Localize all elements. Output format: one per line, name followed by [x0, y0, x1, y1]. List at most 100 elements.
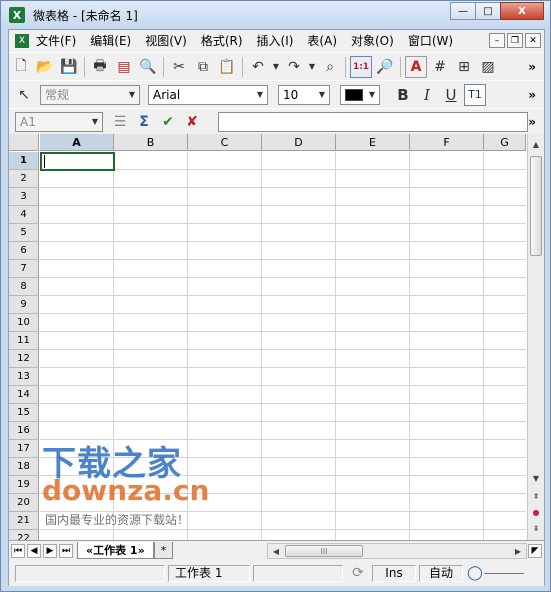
grid-lines-icon[interactable]: # — [429, 56, 451, 78]
maximize-button[interactable]: □ — [475, 2, 501, 20]
row-header[interactable]: 21 — [9, 512, 39, 530]
vertical-scroll-thumb[interactable] — [530, 156, 542, 256]
scroll-right-icon[interactable]: ▶ — [511, 543, 525, 559]
column-header[interactable]: E — [336, 134, 410, 151]
row-header[interactable]: 19 — [9, 476, 39, 494]
pattern-fill-icon[interactable]: ▨ — [477, 56, 499, 78]
next-sheet-icon[interactable]: ▶ — [43, 543, 57, 558]
row-header[interactable]: 15 — [9, 404, 39, 422]
zoom-slider-track[interactable] — [484, 572, 524, 574]
row-header[interactable]: 22 — [9, 530, 39, 540]
status-insert-mode[interactable]: Ins — [372, 564, 416, 582]
row-header[interactable]: 5 — [9, 224, 39, 242]
menu-edit[interactable]: 编辑(E) — [83, 30, 138, 52]
sum-icon[interactable]: Σ — [133, 111, 155, 133]
row-header[interactable]: 6 — [9, 242, 39, 260]
cut-icon[interactable]: ✂ — [168, 56, 190, 78]
scroll-marker-icon[interactable]: ● — [529, 504, 543, 520]
last-sheet-icon[interactable]: ⏭ — [59, 543, 73, 558]
cell-reference-box[interactable]: A1 ▼ — [15, 111, 103, 132]
column-header[interactable]: F — [410, 134, 484, 151]
accept-formula-icon[interactable]: ✔ — [157, 111, 179, 133]
save-icon[interactable]: 💾 — [58, 56, 80, 78]
scroll-down-icon[interactable]: ▼ — [529, 470, 543, 486]
row-header[interactable]: 9 — [9, 296, 39, 314]
underline-button[interactable]: U — [440, 84, 462, 106]
menu-format[interactable]: 格式(R) — [194, 30, 250, 52]
cancel-formula-icon[interactable]: ✘ — [181, 111, 203, 133]
prev-sheet-icon[interactable]: ◀ — [27, 543, 41, 558]
title-bar[interactable]: X 微表格 - [未命名 1] — □ X — [1, 1, 550, 29]
borders-icon[interactable]: ⊞ — [453, 56, 475, 78]
scroll-left-icon[interactable]: ◀ — [269, 543, 283, 559]
row-header[interactable]: 7 — [9, 260, 39, 278]
column-header[interactable]: D — [262, 134, 336, 151]
zoom-icon[interactable]: 🔎 — [374, 56, 396, 78]
row-header[interactable]: 4 — [9, 206, 39, 224]
zoom-slider-icon[interactable]: ◯ — [467, 562, 483, 584]
first-sheet-icon[interactable]: ⏮ — [11, 543, 25, 558]
row-header[interactable]: 20 — [9, 494, 39, 512]
sheet-tab-1[interactable]: «工作表 1» — [77, 542, 154, 559]
document-icon[interactable]: X — [15, 34, 29, 48]
row-header[interactable]: 1 — [9, 152, 39, 170]
add-sheet-tab[interactable]: * — [153, 542, 174, 559]
open-folder-icon[interactable]: 📂 — [34, 56, 56, 78]
row-header[interactable]: 13 — [9, 368, 39, 386]
font-family-select[interactable]: Arial ▼ — [148, 84, 268, 105]
split-view-icon[interactable]: ◤ — [528, 543, 542, 558]
menu-table[interactable]: 表(A) — [300, 30, 344, 52]
row-header[interactable]: 10 — [9, 314, 39, 332]
row-header[interactable]: 12 — [9, 350, 39, 368]
active-cell-cursor[interactable] — [40, 152, 115, 171]
paste-icon[interactable]: 📋 — [216, 56, 238, 78]
column-header[interactable]: C — [188, 134, 262, 151]
horizontal-scrollbar[interactable]: ◀ III ▶ — [267, 543, 527, 559]
doc-restore-button[interactable]: ❐ — [507, 33, 523, 48]
undo-dropdown-icon[interactable]: ▼ — [271, 56, 281, 78]
row-header[interactable]: 18 — [9, 458, 39, 476]
row-header[interactable]: 3 — [9, 188, 39, 206]
row-header[interactable]: 17 — [9, 440, 39, 458]
scroll-up-icon[interactable]: ▲ — [529, 136, 543, 152]
menu-insert[interactable]: 插入(I) — [250, 30, 301, 52]
redo-icon[interactable]: ↷ — [283, 56, 305, 78]
print-preview-icon[interactable]: 🔍 — [137, 56, 159, 78]
row-header[interactable]: 8 — [9, 278, 39, 296]
formula-input[interactable] — [218, 111, 528, 132]
toolbar-overflow-icon[interactable]: » — [528, 60, 536, 74]
page-down-icon[interactable]: ⇟ — [529, 520, 543, 536]
export-pdf-icon[interactable]: ▤ — [113, 56, 135, 78]
vertical-scrollbar[interactable]: ▲ ▼ ⇞ ● ⇟ — [527, 134, 544, 540]
minimize-button[interactable]: — — [450, 2, 476, 20]
cell-style-select[interactable]: 常规 ▼ — [40, 84, 140, 105]
copy-icon[interactable]: ⧉ — [192, 56, 214, 78]
text-style-button[interactable]: T1 — [464, 83, 486, 106]
select-pointer-icon[interactable]: ↖ — [13, 84, 35, 106]
new-document-icon[interactable]: 🗋 — [10, 56, 32, 78]
column-header[interactable]: G — [484, 134, 526, 151]
page-up-icon[interactable]: ⇞ — [529, 488, 543, 504]
select-all-corner[interactable] — [9, 134, 39, 151]
print-icon[interactable]: 🖶 — [89, 56, 111, 78]
zoom-actual-size-button[interactable]: 1:1 — [350, 55, 372, 78]
horizontal-scroll-thumb[interactable]: III — [285, 545, 363, 557]
status-auto-calc[interactable]: 自动 — [419, 564, 463, 582]
font-color-select[interactable]: ▼ — [340, 84, 380, 105]
close-button[interactable]: X — [500, 2, 544, 20]
toolbar-overflow-icon[interactable]: » — [528, 115, 536, 129]
redo-dropdown-icon[interactable]: ▼ — [307, 56, 317, 78]
toolbar-overflow-icon[interactable]: » — [528, 88, 536, 102]
italic-button[interactable]: I — [416, 84, 438, 106]
row-header[interactable]: 2 — [9, 170, 39, 188]
undo-icon[interactable]: ↶ — [247, 56, 269, 78]
column-header[interactable]: B — [114, 134, 188, 151]
column-header[interactable]: A — [40, 134, 114, 151]
row-header[interactable]: 14 — [9, 386, 39, 404]
menu-window[interactable]: 窗口(W) — [401, 30, 460, 52]
spreadsheet-grid[interactable]: ABCDEFG 1 2 3 4 5 6 7 8 9 10 11 12 13 14 15 16 17 18 19 20 2… — [9, 134, 544, 540]
menu-view[interactable]: 视图(V) — [138, 30, 194, 52]
font-dialog-icon[interactable]: A — [405, 55, 427, 78]
doc-minimize-button[interactable]: – — [489, 33, 505, 48]
doc-close-button[interactable]: ✕ — [525, 33, 541, 48]
